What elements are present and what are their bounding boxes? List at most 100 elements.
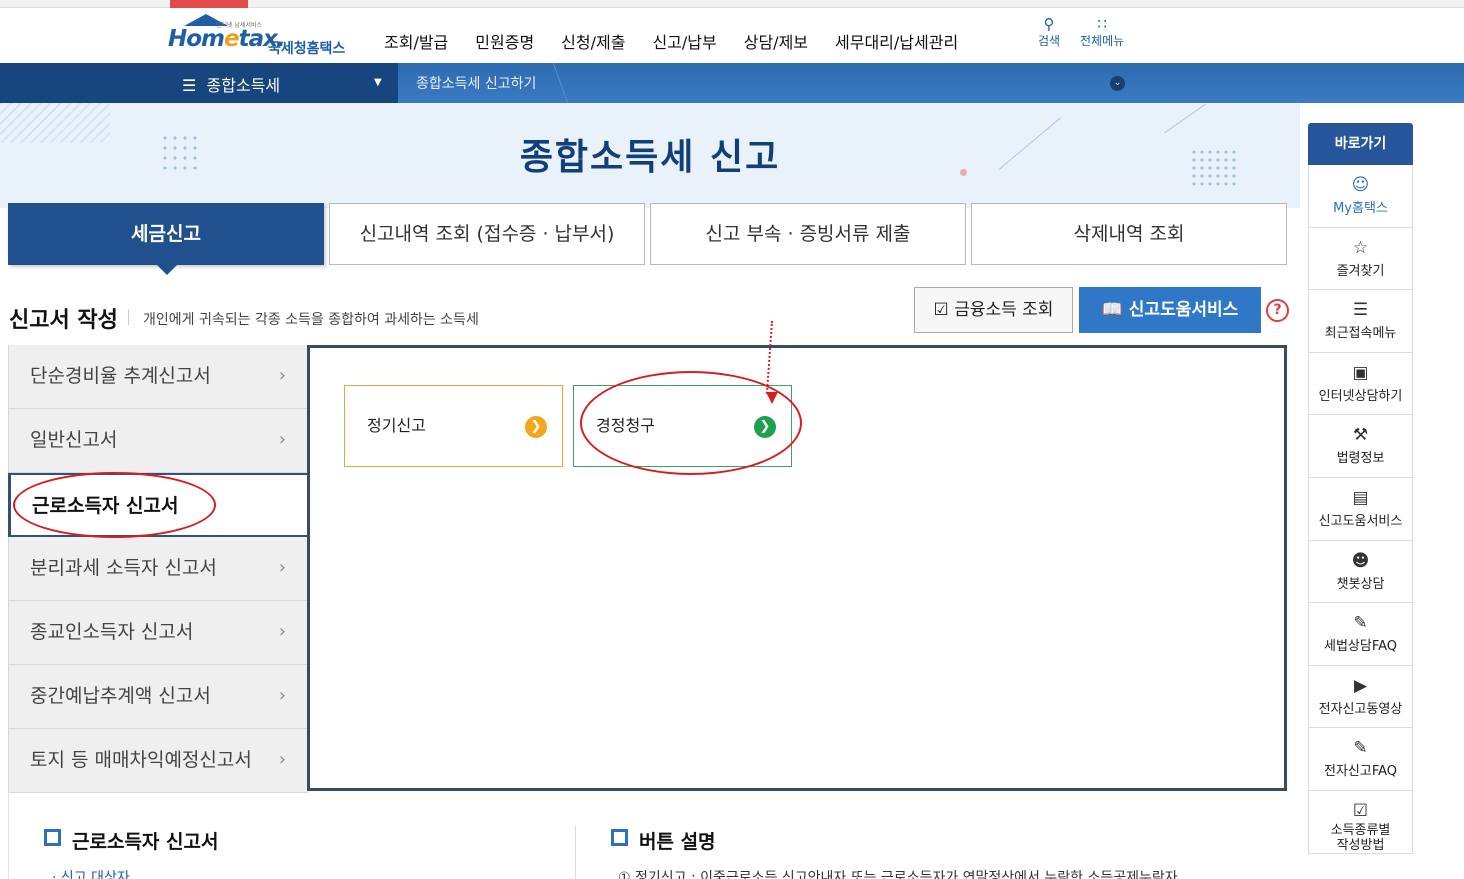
- site-header: 인터넷 납세서비스 Hometax. 국세청홈택스 조회/발급 민원증명 신청/…: [0, 8, 1464, 63]
- quick-item-label: 소득종류별 작성방법: [1330, 822, 1391, 853]
- quick-item-recent-menu[interactable]: ☰ 최근접속메뉴: [1308, 290, 1413, 353]
- checkbox-icon: ☑: [933, 300, 949, 320]
- tab-deleted-history[interactable]: 삭제내역 조회: [971, 203, 1287, 265]
- quick-item-law-info[interactable]: ⚒ 법령정보: [1308, 415, 1413, 478]
- correction-claim-card[interactable]: 경정청구 ❯: [573, 385, 792, 467]
- all-menu-button[interactable]: ∷ 전체메뉴: [1080, 16, 1124, 49]
- quick-item-chatbot[interactable]: ☻ 챗봇상담: [1308, 540, 1413, 604]
- quick-item-label: 법령정보: [1336, 451, 1385, 467]
- left-menu-item-earned-income[interactable]: 근로소득자 신고서: [8, 473, 316, 537]
- nav-item-application[interactable]: 신청/제출: [561, 29, 625, 53]
- quick-item-label: 최근접속메뉴: [1324, 326, 1397, 342]
- bottom-left-fragment: · 신고 대상자: [52, 870, 130, 879]
- nav-item-inquiry[interactable]: 조회/발급: [384, 29, 448, 53]
- annotation-arrow-head: [766, 392, 778, 404]
- tab-filing-history[interactable]: 신고내역 조회 (접수증 · 납부서): [329, 203, 645, 265]
- search-label: 검색: [1038, 34, 1061, 48]
- quick-item-tax-faq[interactable]: ✎ 세법상담FAQ: [1308, 603, 1413, 666]
- quick-item-filing-help[interactable]: ▤ 신고도움서비스: [1308, 477, 1413, 541]
- financial-income-label: 금융소득 조회: [954, 300, 1054, 320]
- location-menu-select[interactable]: ☰ 종합소득세: [182, 72, 280, 96]
- laptop-icon: ▣: [1352, 362, 1369, 383]
- location-bar: ☰ 종합소득세 ▼ 종합소득세 신고하기 ⌄: [0, 63, 1464, 103]
- chevron-right-icon: ›: [278, 365, 286, 386]
- quick-item-filing-faq[interactable]: ✎ 전자신고FAQ: [1308, 728, 1413, 791]
- top-utility-strip: [0, 0, 1464, 8]
- filing-type-panel: 정기신고 ❯ 경정청구 ❯: [307, 345, 1287, 791]
- quick-item-filing-video[interactable]: ▶ 전자신고동영상: [1308, 665, 1413, 729]
- left-menu-label: 일반신고서: [30, 429, 118, 451]
- user-icon: ☺: [1351, 175, 1370, 195]
- nav-item-agent[interactable]: 세무대리/납세관리: [835, 29, 958, 53]
- location-menu-label: 종합소득세: [206, 76, 281, 95]
- gavel-icon: ⚒: [1352, 425, 1369, 446]
- my-tag-badge: [170, 0, 248, 8]
- bottom-right-fragment: ① 정기신고 : 이중근로소득 신고안내자 또는 근로소득자가 연말정산에서 누…: [618, 870, 1178, 879]
- global-nav: 조회/발급 민원증명 신청/제출 신고/납부 상담/제보 세무대리/납세관리: [384, 29, 985, 53]
- section-divider: [128, 309, 129, 325]
- left-menu-label: 단순경비율 추계신고서: [30, 365, 211, 387]
- square-bullet-icon: [44, 829, 61, 846]
- quick-item-label: 신고도움서비스: [1318, 513, 1403, 529]
- quick-item-my-hometax[interactable]: ☺ My홈택스: [1308, 165, 1413, 228]
- book-icon: ▤: [1352, 487, 1369, 508]
- nav-item-filing[interactable]: 신고/납부: [652, 29, 716, 53]
- left-menu-label: 종교인소득자 신고서: [30, 621, 194, 643]
- regular-filing-card[interactable]: 정기신고 ❯: [344, 385, 563, 467]
- quick-item-label: 전자신고FAQ: [1323, 764, 1398, 780]
- bottom-divider: [575, 826, 576, 879]
- nav-item-certificate[interactable]: 민원증명: [475, 29, 534, 53]
- quick-item-label: My홈택스: [1333, 201, 1388, 216]
- logo-subtitle: 국세청홈택스: [268, 41, 346, 57]
- left-menu-label: 분리과세 소득자 신고서: [30, 557, 217, 579]
- left-menu-item-simple-expense[interactable]: 단순경비율 추계신고서 ›: [8, 345, 308, 409]
- tab-tax-filing[interactable]: 세금신고: [8, 203, 324, 275]
- left-menu-item-religious[interactable]: 종교인소득자 신고서 ›: [8, 601, 308, 665]
- chevron-right-icon: ›: [278, 621, 286, 642]
- all-menu-label: 전체메뉴: [1080, 34, 1125, 48]
- breadcrumb[interactable]: 종합소득세 신고하기: [416, 73, 536, 93]
- recent-icon: ☰: [1352, 300, 1369, 321]
- quick-links-title: 바로가기: [1308, 123, 1413, 165]
- left-menu-item-general[interactable]: 일반신고서 ›: [8, 409, 308, 473]
- left-menu-label: 토지 등 매매차익예정신고서: [30, 749, 252, 771]
- quick-item-label: 인터넷상담하기: [1318, 388, 1403, 404]
- hometax-logo[interactable]: 인터넷 납세서비스 Hometax. 국세청홈택스: [168, 14, 358, 60]
- chevron-down-icon[interactable]: ⌄: [1110, 76, 1125, 91]
- left-menu-item-interim[interactable]: 중간예납추계액 신고서 ›: [8, 665, 308, 729]
- filing-help-label: 신고도움서비스: [1128, 300, 1239, 320]
- chatbot-icon: ☻: [1351, 550, 1370, 571]
- search-button[interactable]: ⚲ 검색: [1038, 16, 1060, 49]
- quick-item-income-guide[interactable]: ☑ 소득종류별 작성방법: [1308, 790, 1413, 854]
- nav-item-consult[interactable]: 상담/제보: [744, 29, 808, 53]
- quick-links-bar: 바로가기 ☺ My홈택스 ☆ 즐겨찾기 ☰ 최근접속메뉴 ▣ 인터넷상담하기 ⚒ 법령정보…: [1308, 123, 1413, 879]
- chevron-right-icon: ›: [278, 429, 286, 450]
- chevron-right-icon: ›: [278, 685, 286, 706]
- breadcrumb-separator: [552, 63, 588, 103]
- grid-icon: ∷: [1097, 15, 1107, 33]
- chevron-right-icon: ›: [278, 749, 286, 770]
- filing-help-button[interactable]: 📖 신고도움서비스: [1079, 287, 1261, 333]
- left-menu: 단순경비율 추계신고서 › 일반신고서 › 근로소득자 신고서 분리과세 소득자 신…: [8, 345, 316, 793]
- quick-item-label: 즐겨찾기: [1336, 263, 1385, 279]
- page-title: 종합소득세 신고: [519, 137, 781, 178]
- quick-item-label: 챗봇상담: [1336, 576, 1385, 592]
- quick-item-favorites[interactable]: ☆ 즐겨찾기: [1308, 227, 1413, 291]
- faq-icon: ✎: [1353, 613, 1368, 634]
- left-menu-item-separate-tax[interactable]: 분리과세 소득자 신고서 ›: [8, 537, 308, 601]
- play-icon: ▶: [1353, 675, 1368, 696]
- square-bullet-icon: [611, 829, 628, 846]
- section-title: 신고서 작성: [9, 308, 118, 333]
- main-tabs: 세금신고 신고내역 조회 (접수증 · 납부서) 신고 부속 · 증빙서류 제출…: [8, 203, 1292, 275]
- caret-down-icon[interactable]: ▼: [374, 77, 382, 88]
- tab-document-submit[interactable]: 신고 부속 · 증빙서류 제출: [650, 203, 966, 265]
- section-description: 개인에게 귀속되는 각종 소득을 종합하여 과세하는 소득세: [143, 312, 479, 328]
- help-question-icon[interactable]: ?: [1266, 299, 1289, 322]
- quick-item-online-consult[interactable]: ▣ 인터넷상담하기: [1308, 352, 1413, 416]
- correction-claim-label: 경정청구: [596, 416, 655, 435]
- left-menu-item-land-sale[interactable]: 토지 등 매매차익예정신고서 ›: [8, 729, 308, 793]
- left-menu-label: 중간예납추계액 신고서: [30, 685, 211, 707]
- left-menu-label: 근로소득자 신고서: [32, 495, 179, 517]
- quick-item-label: 세법상담FAQ: [1323, 639, 1398, 655]
- financial-income-button[interactable]: ☑ 금융소득 조회: [914, 287, 1073, 333]
